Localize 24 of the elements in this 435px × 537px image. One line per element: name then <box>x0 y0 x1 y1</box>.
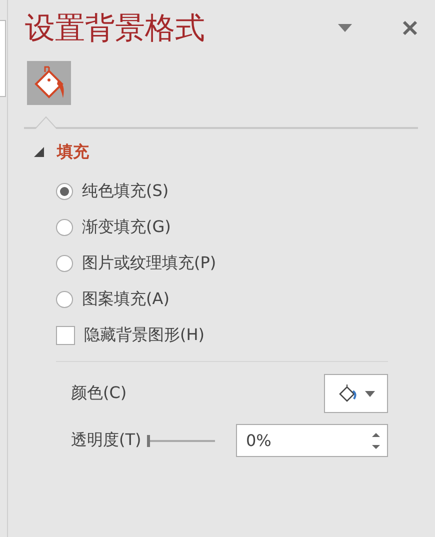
radio-button[interactable] <box>56 218 73 236</box>
radio-button[interactable] <box>56 182 73 200</box>
option-label: 图案填充(A) <box>82 288 170 310</box>
dropdown-icon[interactable] <box>338 24 352 32</box>
section-title: 填充 <box>57 142 89 162</box>
transparency-slider[interactable] <box>147 434 216 446</box>
radio-button[interactable] <box>56 254 73 272</box>
color-label: 颜色(C) <box>71 383 127 404</box>
fill-tab[interactable] <box>27 61 71 105</box>
paint-bucket-icon <box>337 384 357 404</box>
option-label: 隐藏背景图形(H) <box>84 324 205 346</box>
caret-icon <box>365 390 375 396</box>
transparency-label: 透明度(T) <box>71 430 142 451</box>
option-label: 图片或纹理填充(P) <box>82 252 216 274</box>
transparency-value[interactable]: 0% <box>246 431 371 450</box>
radio-button[interactable] <box>56 290 73 308</box>
color-picker-button[interactable] <box>324 374 388 413</box>
transparency-spinner[interactable]: 0% <box>236 424 388 457</box>
option-label: 纯色填充(S) <box>82 180 169 202</box>
collapse-triangle-icon[interactable] <box>34 147 44 157</box>
option-label: 渐变填充(G) <box>82 216 171 238</box>
pane-title: 设置背景格式 <box>24 10 206 48</box>
close-icon[interactable] <box>402 20 418 36</box>
checkbox[interactable] <box>56 326 75 344</box>
